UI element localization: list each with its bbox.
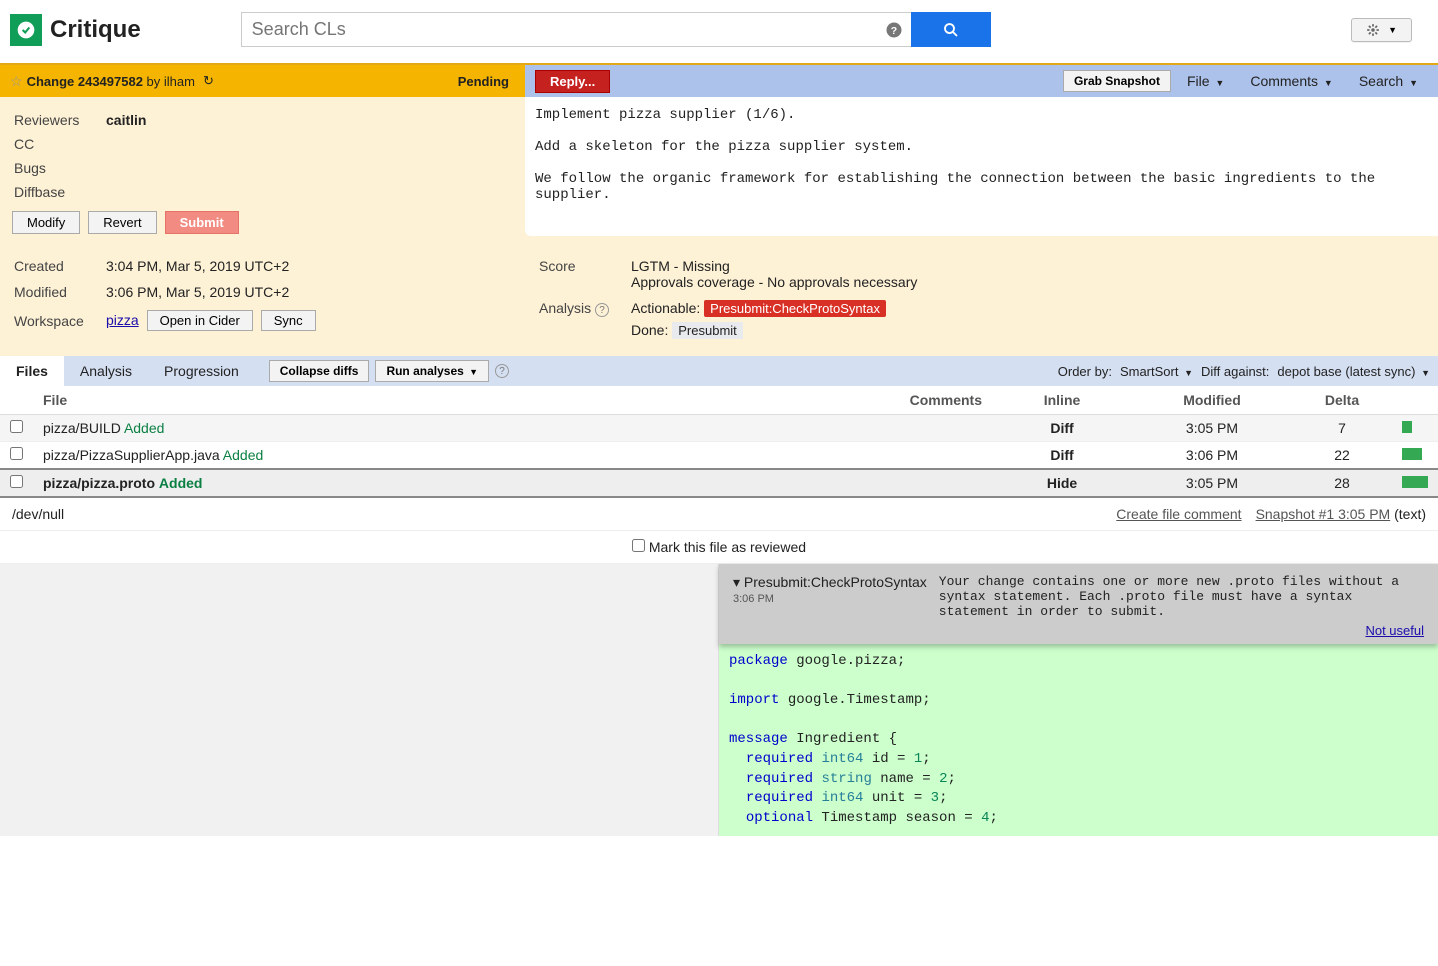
- analysis-label: Analysis ?: [539, 296, 629, 342]
- diff-right-pane: ▾ Presubmit:CheckProtoSyntax 3:06 PM You…: [719, 564, 1438, 836]
- app-title: Critique: [50, 16, 141, 44]
- score-value: LGTM - Missing: [631, 258, 917, 274]
- settings-button[interactable]: ▼: [1351, 18, 1412, 42]
- help-icon[interactable]: ?: [495, 364, 509, 378]
- diff-left-pane: [0, 564, 719, 836]
- svg-text:?: ?: [890, 24, 896, 36]
- diff-header: /dev/null Create file comment Snapshot #…: [0, 498, 1438, 531]
- star-icon[interactable]: ☆: [10, 73, 23, 90]
- delta-bar-icon: [1402, 448, 1422, 460]
- bugs-value: [106, 157, 146, 179]
- diffbase-label: Diffbase: [14, 181, 104, 203]
- top-header: Critique ? ▼: [0, 0, 1438, 65]
- order-by-select[interactable]: SmartSort ▼: [1120, 364, 1193, 379]
- analysis-title: ▾ Presubmit:CheckProtoSyntax: [733, 574, 927, 591]
- col-modified: Modified: [1132, 386, 1292, 415]
- done-label: Done:: [631, 322, 668, 338]
- diff-body: ▾ Presubmit:CheckProtoSyntax 3:06 PM You…: [0, 564, 1438, 836]
- change-title: Change 243497582: [27, 74, 143, 89]
- modified-label: Modified: [14, 280, 104, 304]
- created-value: 3:04 PM, Mar 5, 2019 UTC+2: [106, 254, 316, 278]
- revert-button[interactable]: Revert: [88, 211, 156, 234]
- mark-reviewed-row: Mark this file as reviewed: [0, 531, 1438, 564]
- reviewers-label: Reviewers: [14, 109, 104, 131]
- mark-reviewed-checkbox[interactable]: [632, 539, 645, 552]
- file-bar: Files Analysis Progression Collapse diff…: [0, 356, 1438, 386]
- help-icon[interactable]: ?: [595, 303, 609, 317]
- change-toolbar: ☆ Change 243497582 by ilham ↻ Pending Re…: [0, 65, 1438, 97]
- done-tag[interactable]: Presubmit: [672, 322, 743, 339]
- search-menu[interactable]: Search ▼: [1349, 69, 1428, 93]
- text-label: (text): [1394, 506, 1426, 522]
- chevron-down-icon: ▼: [1388, 25, 1397, 35]
- refresh-icon[interactable]: ↻: [203, 73, 214, 89]
- search-button[interactable]: [911, 12, 991, 47]
- metadata-section: Reviewerscaitlin CC Bugs Diffbase Modify…: [0, 97, 1438, 244]
- metadata-left: Reviewerscaitlin CC Bugs Diffbase Modify…: [0, 97, 525, 244]
- col-comments: Comments: [812, 386, 992, 415]
- tab-progression[interactable]: Progression: [148, 356, 255, 386]
- change-bar: ☆ Change 243497582 by ilham ↻ Pending: [0, 65, 525, 97]
- score-label: Score: [539, 254, 629, 294]
- delta-bar-icon: [1402, 476, 1428, 488]
- cc-label: CC: [14, 133, 104, 155]
- diffbase-value: [106, 181, 146, 203]
- not-useful-link[interactable]: Not useful: [1365, 623, 1424, 638]
- reviewers-value: caitlin: [106, 112, 146, 128]
- file-row[interactable]: pizza/PizzaSupplierApp.java Added Diff 3…: [0, 442, 1438, 470]
- diff-against-label: Diff against:: [1201, 364, 1269, 379]
- actionable-label: Actionable:: [631, 300, 700, 316]
- modify-button[interactable]: Modify: [12, 211, 80, 234]
- delta-bar-icon: [1402, 421, 1412, 433]
- search-input[interactable]: [241, 12, 877, 47]
- reply-button[interactable]: Reply...: [535, 70, 610, 93]
- mark-reviewed-label: Mark this file as reviewed: [649, 539, 806, 555]
- help-icon[interactable]: ?: [877, 12, 911, 47]
- analysis-message: ▾ Presubmit:CheckProtoSyntax 3:06 PM You…: [719, 564, 1438, 644]
- file-menu[interactable]: File ▼: [1177, 69, 1234, 93]
- comments-menu[interactable]: Comments ▼: [1240, 69, 1343, 93]
- code-block: package google.pizza; import google.Time…: [719, 644, 1438, 836]
- col-inline: Inline: [992, 386, 1132, 415]
- analysis-body: Your change contains one or more new .pr…: [939, 574, 1424, 619]
- change-status: Pending: [458, 74, 509, 89]
- action-bar: Reply... Grab Snapshot File ▼ Comments ▼…: [525, 65, 1438, 97]
- change-author: by ilham: [143, 74, 195, 89]
- diff-left-path: /dev/null: [12, 506, 64, 522]
- workspace-link[interactable]: pizza: [106, 312, 139, 328]
- description-box: Implement pizza supplier (1/6). Add a sk…: [525, 97, 1438, 236]
- collapse-diffs-button[interactable]: Collapse diffs: [269, 360, 370, 382]
- submit-button[interactable]: Submit: [165, 211, 239, 234]
- tab-files[interactable]: Files: [0, 356, 64, 386]
- file-checkbox[interactable]: [10, 475, 23, 488]
- info-section: Created3:04 PM, Mar 5, 2019 UTC+2 Modifi…: [0, 244, 1438, 356]
- open-cider-button[interactable]: Open in Cider: [147, 310, 253, 331]
- diff-against-select[interactable]: depot base (latest sync) ▼: [1277, 364, 1430, 379]
- created-label: Created: [14, 254, 104, 278]
- cc-value: [106, 133, 146, 155]
- run-analyses-button[interactable]: Run analyses ▼: [375, 360, 489, 382]
- file-row[interactable]: pizza/BUILD Added Diff 3:05 PM7: [0, 415, 1438, 442]
- analysis-time: 3:06 PM: [733, 593, 927, 605]
- order-by-label: Order by:: [1058, 364, 1112, 379]
- create-comment-link[interactable]: Create file comment: [1116, 506, 1241, 522]
- grab-snapshot-button[interactable]: Grab Snapshot: [1063, 70, 1171, 92]
- approvals-value: Approvals coverage - No approvals necess…: [631, 274, 917, 290]
- tab-analysis[interactable]: Analysis: [64, 356, 148, 386]
- bugs-label: Bugs: [14, 157, 104, 179]
- snapshot-link[interactable]: Snapshot #1 3:05 PM: [1256, 506, 1391, 522]
- workspace-label: Workspace: [14, 306, 104, 335]
- col-delta: Delta: [1292, 386, 1392, 415]
- actionable-tag[interactable]: Presubmit:CheckProtoSyntax: [704, 300, 886, 317]
- file-checkbox[interactable]: [10, 420, 23, 433]
- file-table: File Comments Inline Modified Delta pizz…: [0, 386, 1438, 498]
- sync-button[interactable]: Sync: [261, 310, 316, 331]
- modified-value: 3:06 PM, Mar 5, 2019 UTC+2: [106, 280, 316, 304]
- gear-icon: [1366, 23, 1380, 37]
- app-logo-icon: [10, 14, 42, 46]
- col-file: File: [33, 386, 812, 415]
- file-checkbox[interactable]: [10, 447, 23, 460]
- search-bar: ?: [241, 12, 991, 47]
- file-row-selected[interactable]: pizza/pizza.proto Added Hide 3:05 PM28: [0, 469, 1438, 497]
